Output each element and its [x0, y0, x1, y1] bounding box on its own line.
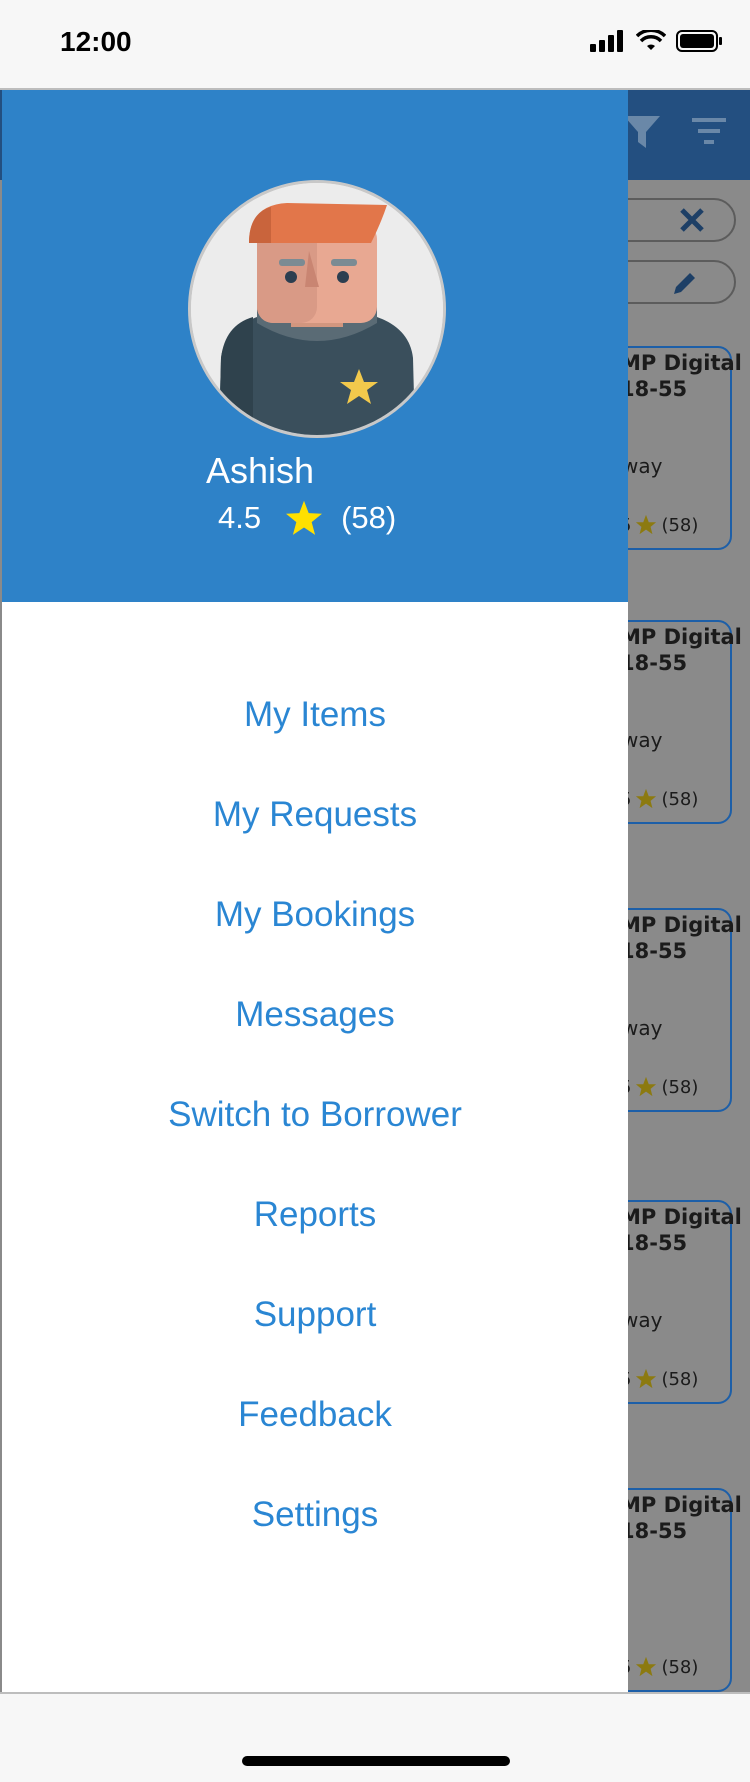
menu-item-support[interactable]: Support	[2, 1295, 628, 1395]
drawer-header: Ashish 4.5 (58)	[2, 90, 628, 602]
card-rating: 5 (58)	[620, 1368, 698, 1390]
menu-item-settings[interactable]: Settings	[2, 1495, 628, 1595]
user-rating: 4.5 (58)	[218, 500, 396, 536]
card-rating-count: (58)	[661, 788, 699, 810]
menu-item-feedback[interactable]: Feedback	[2, 1395, 628, 1495]
edit-icon[interactable]	[670, 268, 700, 298]
star-icon	[636, 1656, 657, 1677]
card-subtitle: way	[622, 1016, 663, 1040]
card-subtitle: way	[622, 1308, 663, 1332]
card-rating-count: (58)	[661, 1076, 699, 1098]
card-rating: 5 (58)	[620, 1656, 698, 1678]
menu-item-my-items[interactable]: My Items	[2, 695, 628, 795]
card-rating-count: (58)	[661, 1368, 699, 1390]
avatar[interactable]	[188, 180, 446, 438]
card-rating-count: (58)	[661, 514, 699, 536]
navigation-drawer: Ashish 4.5 (58) My Items My Requests My …	[2, 90, 628, 1692]
card-title: MP Digital 18-55	[620, 1205, 742, 1255]
wifi-icon	[636, 30, 666, 50]
avatar-image	[191, 183, 443, 435]
menu-item-messages[interactable]: Messages	[2, 995, 628, 1095]
star-icon	[636, 514, 657, 535]
star-icon	[636, 1076, 657, 1097]
filter-icon[interactable]	[622, 112, 662, 152]
menu-item-switch-to-borrower[interactable]: Switch to Borrower	[2, 1095, 628, 1195]
rating-count: (58)	[341, 500, 397, 535]
card-rating-count: (58)	[661, 1656, 699, 1678]
menu-item-reports[interactable]: Reports	[2, 1195, 628, 1295]
card-rating: 5 (58)	[620, 1076, 698, 1098]
status-icons	[590, 30, 722, 52]
card-subtitle: way	[622, 728, 663, 752]
user-name: Ashish	[206, 450, 315, 491]
card-rating: 5 (58)	[620, 514, 698, 536]
drawer-menu: My Items My Requests My Bookings Message…	[2, 695, 628, 1595]
menu-item-my-requests[interactable]: My Requests	[2, 795, 628, 895]
card-title: MP Digital 18-55	[620, 1493, 742, 1543]
card-subtitle: way	[622, 454, 663, 478]
card-title: MP Digital 18-55	[620, 913, 742, 963]
rating-value: 4.5	[218, 500, 262, 535]
battery-icon	[676, 30, 722, 52]
sort-icon[interactable]	[690, 114, 730, 148]
menu-item-my-bookings[interactable]: My Bookings	[2, 895, 628, 995]
card-rating: 5 (58)	[620, 788, 698, 810]
signal-icon	[590, 30, 623, 52]
status-bar: 12:00	[0, 0, 750, 88]
star-icon	[636, 1368, 657, 1389]
star-icon	[286, 500, 323, 535]
status-time: 12:00	[60, 26, 132, 57]
star-icon	[636, 788, 657, 809]
home-indicator[interactable]	[242, 1756, 510, 1766]
card-title: MP Digital 18-55	[620, 351, 742, 401]
close-icon[interactable]	[678, 206, 706, 234]
card-title: MP Digital 18-55	[620, 625, 742, 675]
